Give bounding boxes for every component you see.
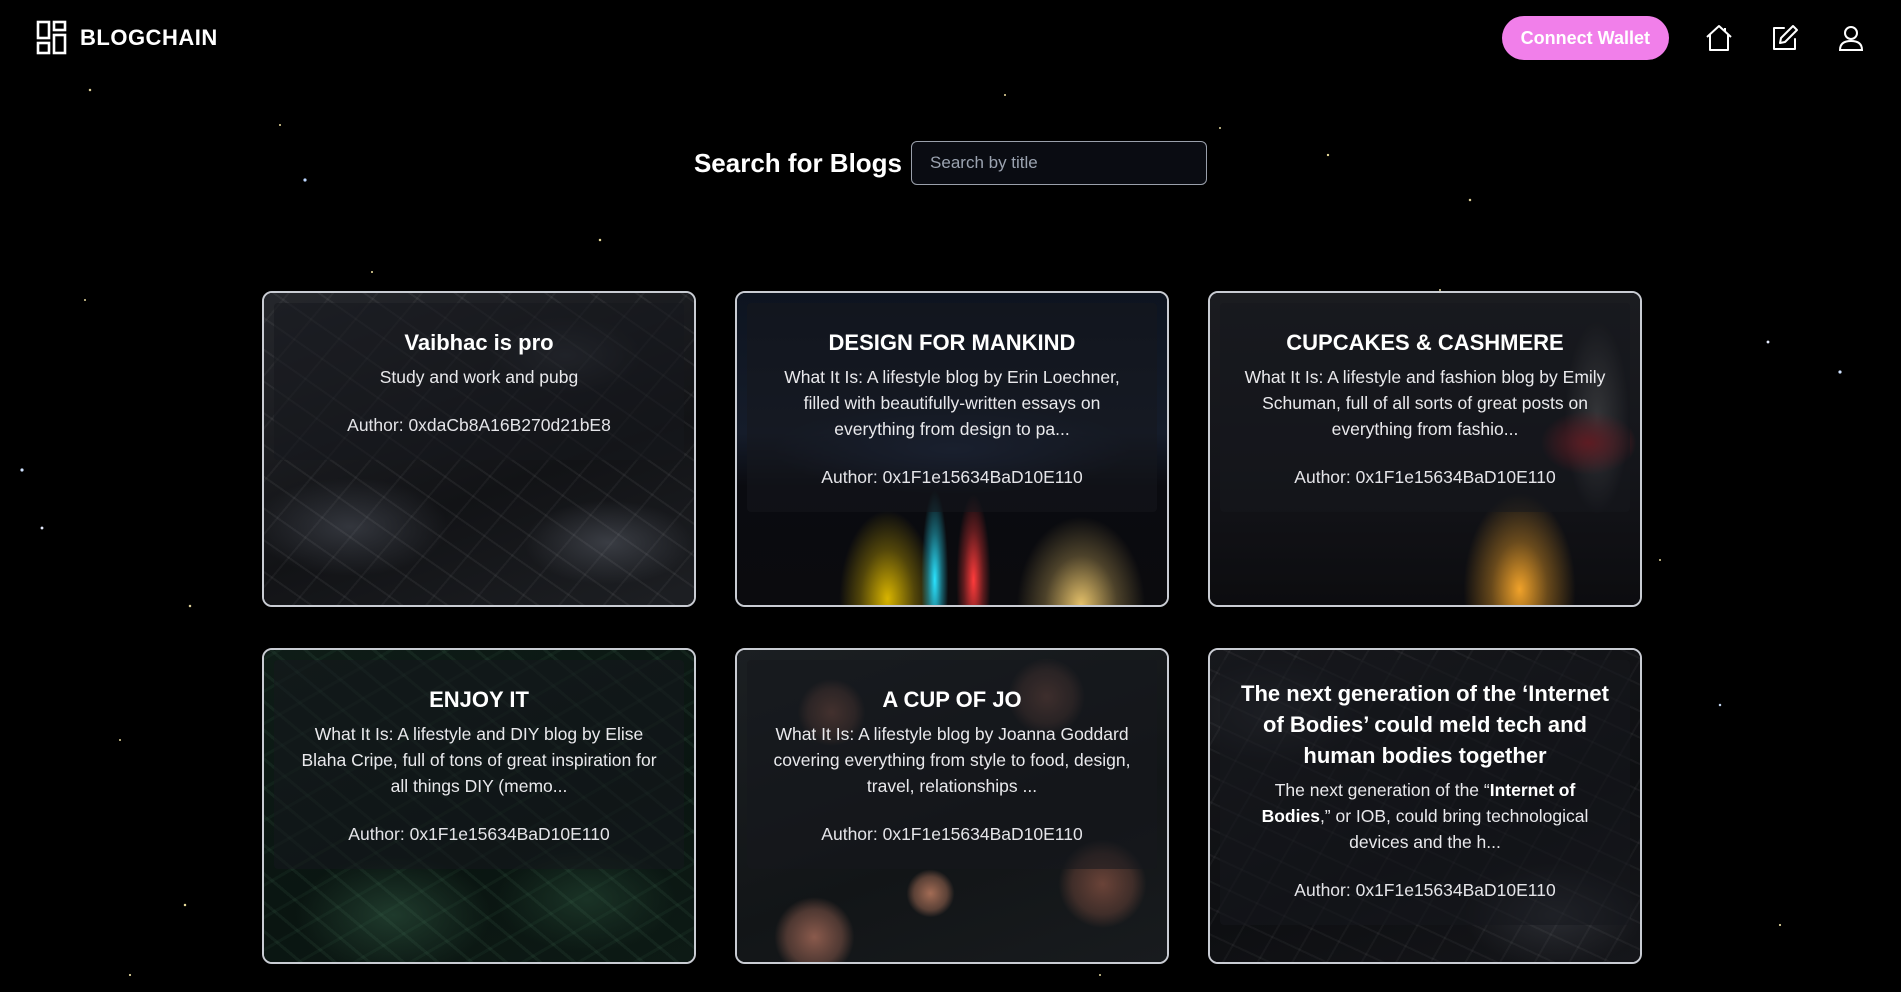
card-author: Author: 0xdaCb8A16B270d21bE8 <box>347 415 611 435</box>
card-description: What It Is: A lifestyle and DIY blog by … <box>301 724 657 796</box>
brand[interactable]: BLOGCHAIN <box>36 20 218 56</box>
card-description-part: The next generation of the “ <box>1274 780 1490 800</box>
top-navbar: BLOGCHAIN Connect Wallet <box>0 0 1901 76</box>
blog-card[interactable]: ENJOY IT What It Is: A lifestyle and DIY… <box>262 648 696 964</box>
card-description: What It Is: A lifestyle blog by Erin Loe… <box>784 367 1120 439</box>
search-input[interactable] <box>911 141 1208 185</box>
card-description-part: ,” or IOB, could bring technological dev… <box>1319 806 1589 852</box>
card-content: The next generation of the ‘Internet of … <box>1220 660 1630 925</box>
grid-logo-icon <box>36 20 67 55</box>
user-icon[interactable] <box>1835 22 1867 54</box>
card-author: Author: 0x1F1e15634BaD10E110 <box>1294 467 1556 487</box>
card-content: A CUP OF JO What It Is: A lifestyle blog… <box>747 660 1157 869</box>
blog-card[interactable]: The next generation of the ‘Internet of … <box>1208 648 1642 964</box>
blog-grid: Vaibhac is pro Study and work and pubg A… <box>262 291 1642 964</box>
card-title: CUPCAKES & CASHMERE <box>1286 330 1564 355</box>
blog-card[interactable]: CUPCAKES & CASHMERE What It Is: A lifest… <box>1208 291 1642 607</box>
card-content: CUPCAKES & CASHMERE What It Is: A lifest… <box>1220 303 1630 512</box>
card-author: Author: 0x1F1e15634BaD10E110 <box>821 824 1083 844</box>
home-icon[interactable] <box>1703 22 1735 54</box>
nav-actions: Connect Wallet <box>1501 16 1867 60</box>
card-title: DESIGN FOR MANKIND <box>828 330 1076 355</box>
card-author: Author: 0x1F1e15634BaD10E110 <box>821 467 1083 487</box>
blog-card[interactable]: A CUP OF JO What It Is: A lifestyle blog… <box>735 648 1169 964</box>
connect-wallet-button[interactable]: Connect Wallet <box>1501 16 1669 60</box>
blog-card[interactable]: DESIGN FOR MANKIND What It Is: A lifesty… <box>735 291 1169 607</box>
card-description: The next generation of the “Internet of … <box>1238 777 1612 855</box>
card-description: Study and work and pubg <box>379 367 579 387</box>
card-content: ENJOY IT What It Is: A lifestyle and DIY… <box>274 660 684 869</box>
card-description: What It Is: A lifestyle and fashion blog… <box>1244 367 1606 439</box>
edit-icon[interactable] <box>1769 22 1801 54</box>
card-content: Vaibhac is pro Study and work and pubg A… <box>274 303 684 460</box>
card-description: What It Is: A lifestyle blog by Joanna G… <box>773 724 1131 796</box>
search-heading: Search for Blogs <box>693 147 903 178</box>
brand-name: BLOGCHAIN <box>80 25 218 50</box>
card-title: A CUP OF JO <box>882 687 1022 712</box>
card-author: Author: 0x1F1e15634BaD10E110 <box>1294 880 1556 900</box>
card-author: Author: 0x1F1e15634BaD10E110 <box>348 824 610 844</box>
card-title: ENJOY IT <box>429 687 529 712</box>
card-title: Vaibhac is pro <box>404 330 554 355</box>
card-title: The next generation of the ‘Internet of … <box>1241 681 1609 768</box>
card-content: DESIGN FOR MANKIND What It Is: A lifesty… <box>747 303 1157 512</box>
blog-card[interactable]: Vaibhac is pro Study and work and pubg A… <box>262 291 696 607</box>
search-section: Search for Blogs <box>0 140 1901 186</box>
